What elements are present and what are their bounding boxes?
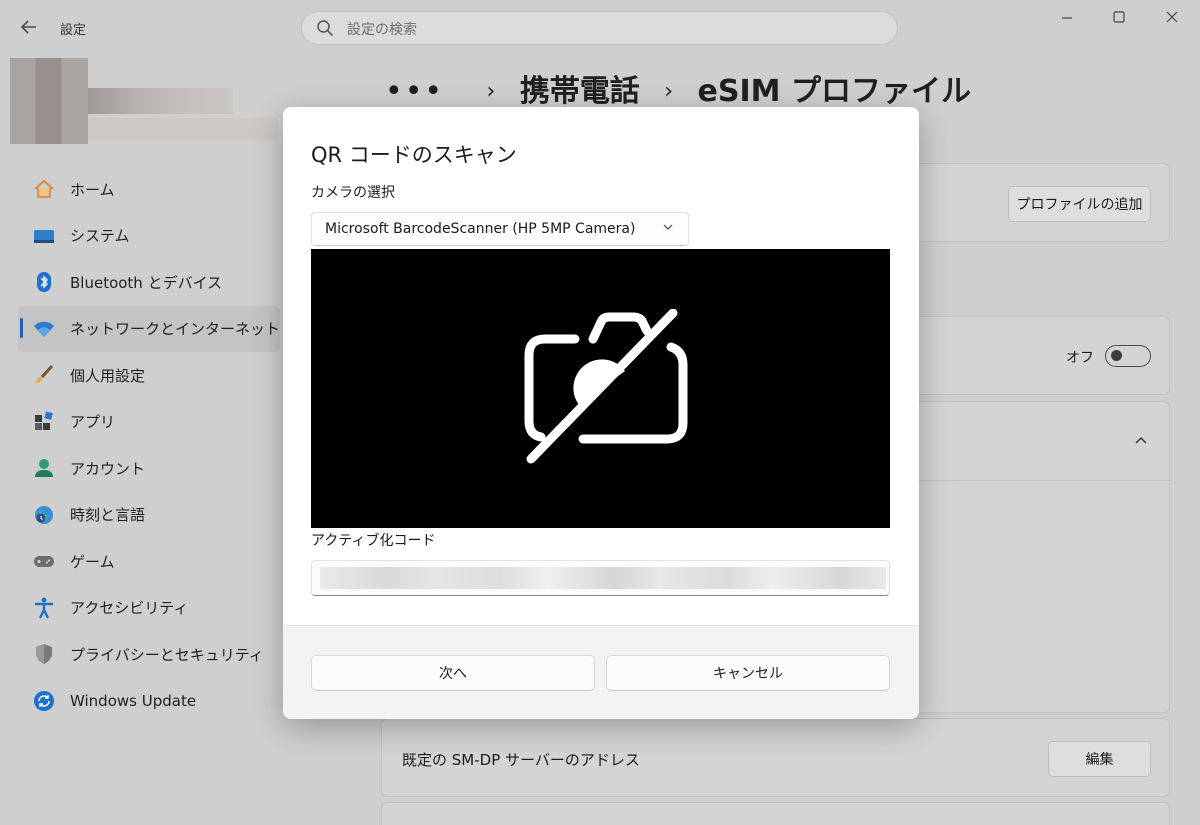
- dialog-title: QR コードのスキャン: [311, 143, 517, 167]
- wifi-icon: [32, 317, 56, 341]
- close-button[interactable]: [1157, 10, 1187, 32]
- sidebar-item-label: システム: [70, 227, 130, 246]
- breadcrumb: ••• › 携帯電話 › eSIM プロファイル: [385, 66, 971, 110]
- sidebar-item-label: アプリ: [70, 413, 116, 432]
- next-card: [381, 802, 1170, 825]
- sidebar-item-label: ゲーム: [70, 552, 115, 571]
- camera-off-icon: [524, 309, 688, 464]
- search-icon: [316, 19, 334, 37]
- account-icon: [32, 456, 56, 480]
- camera-select-dropdown[interactable]: Microsoft BarcodeScanner (HP 5MP Camera): [311, 212, 689, 246]
- next-button[interactable]: 次へ: [311, 655, 595, 691]
- shield-icon: [32, 642, 56, 666]
- sidebar-item-apps[interactable]: アプリ: [18, 399, 280, 446]
- profile-toggle[interactable]: [1105, 345, 1151, 367]
- chevron-right-icon: ›: [664, 79, 674, 104]
- smdp-label: 既定の SM-DP サーバーのアドレス: [402, 751, 640, 769]
- sidebar-item-bluetooth[interactable]: Bluetooth とデバイス: [18, 259, 280, 306]
- dialog-footer: 次へ キャンセル: [283, 625, 919, 719]
- gamepad-icon: [32, 549, 56, 573]
- search-box[interactable]: 設定の検索: [301, 11, 898, 45]
- sidebar-item-label: ネットワークとインターネット: [70, 320, 281, 339]
- bluetooth-icon: [32, 270, 56, 294]
- sidebar-item-label: ホーム: [70, 180, 115, 199]
- chevron-up-icon[interactable]: [1134, 432, 1148, 451]
- home-icon: [32, 177, 56, 201]
- cancel-button[interactable]: キャンセル: [606, 655, 890, 691]
- sidebar-item-label: 個人用設定: [70, 366, 146, 385]
- sidebar-item-windows-update[interactable]: Windows Update: [18, 678, 280, 725]
- add-profile-button[interactable]: プロファイルの追加: [1008, 186, 1151, 222]
- camera-select-label: カメラの選択: [311, 185, 395, 201]
- app-title: 設定: [60, 23, 87, 38]
- sidebar-item-system[interactable]: システム: [18, 213, 280, 260]
- sidebar-item-label: プライバシーとセキュリティ: [70, 645, 264, 664]
- account-email-redacted: [88, 118, 278, 140]
- qr-scan-dialog: QR コードのスキャン カメラの選択 Microsoft BarcodeScan…: [283, 107, 919, 719]
- sidebar-item-gaming[interactable]: ゲーム: [18, 538, 280, 585]
- minimize-button[interactable]: [1052, 10, 1082, 32]
- page-title: eSIM プロファイル: [697, 74, 971, 109]
- account-name-redacted: [88, 88, 233, 114]
- chevron-down-icon: [662, 221, 674, 236]
- maximize-button[interactable]: [1104, 10, 1134, 32]
- settings-window: 設定 設定の検索 ホーム システム Bluetooth とデバイス ネットワーク…: [0, 0, 1200, 825]
- sidebar-item-privacy[interactable]: プライバシーとセキュリティ: [18, 631, 280, 678]
- activation-code-field[interactable]: [311, 560, 890, 596]
- sidebar-item-network[interactable]: ネットワークとインターネット: [18, 305, 281, 352]
- update-icon: [32, 689, 56, 713]
- smdp-card: 既定の SM-DP サーバーのアドレス 編集: [381, 718, 1170, 797]
- sidebar-item-label: アカウント: [70, 459, 146, 478]
- accessibility-icon: [32, 596, 56, 620]
- breadcrumb-parent[interactable]: 携帯電話: [520, 74, 640, 109]
- chevron-right-icon: ›: [486, 79, 496, 104]
- sidebar-item-label: 時刻と言語: [70, 506, 146, 525]
- sidebar-item-home[interactable]: ホーム: [18, 166, 280, 213]
- avatar: [10, 58, 88, 144]
- apps-icon: [32, 410, 56, 434]
- sidebar-item-label: アクセシビリティ: [70, 599, 189, 618]
- sidebar-item-time-language[interactable]: 時刻と言語: [18, 492, 280, 539]
- activation-code-redacted: [320, 567, 886, 589]
- sidebar-item-label: Bluetooth とデバイス: [70, 273, 223, 292]
- back-arrow-icon[interactable]: [18, 16, 42, 40]
- activation-code-label: アクティブ化コード: [311, 533, 436, 549]
- edit-button[interactable]: 編集: [1048, 741, 1151, 777]
- sidebar-item-personalization[interactable]: 個人用設定: [18, 352, 280, 399]
- camera-preview: [311, 249, 890, 528]
- camera-select-value: Microsoft BarcodeScanner (HP 5MP Camera): [325, 221, 636, 237]
- brush-icon: [32, 363, 56, 387]
- breadcrumb-more[interactable]: •••: [385, 74, 444, 109]
- search-input[interactable]: 設定の検索: [347, 19, 417, 39]
- globe-icon: [32, 503, 56, 527]
- system-icon: [32, 224, 56, 248]
- sidebar-item-accounts[interactable]: アカウント: [18, 445, 280, 492]
- sidebar-nav: ホーム システム Bluetooth とデバイス ネットワークとインターネット …: [18, 166, 280, 724]
- sidebar-item-label: Windows Update: [70, 691, 197, 710]
- sidebar-item-accessibility[interactable]: アクセシビリティ: [18, 585, 280, 632]
- toggle-state-label: オフ: [1066, 350, 1094, 366]
